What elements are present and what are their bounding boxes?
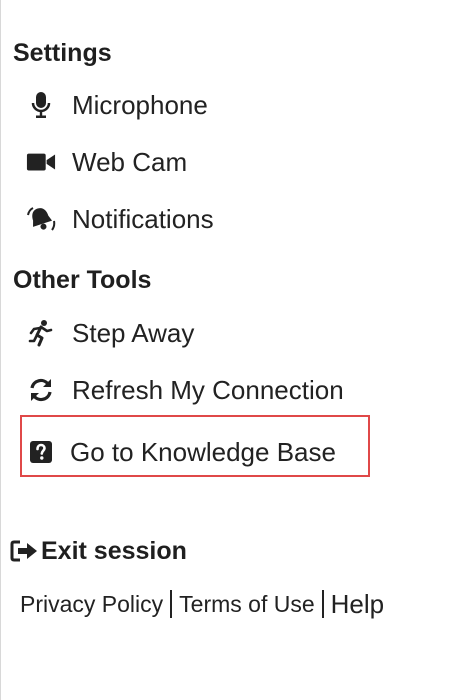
refresh-icon [26,375,56,405]
menu-item-step-away[interactable]: Step Away [26,313,194,353]
settings-heading: Settings [13,39,112,67]
menu-item-knowledge-base[interactable]: Go to Knowledge Base [26,432,336,472]
menu-item-label: Microphone [72,89,208,120]
menu-item-notifications[interactable]: Notifications [26,199,214,239]
help-link[interactable]: Help [331,589,384,620]
footer-separator [321,590,324,618]
menu-item-web-cam[interactable]: Web Cam [26,142,187,182]
menu-item-label: Step Away [72,317,195,348]
menu-item-label: Web Cam [72,146,188,177]
exit-session-label: Exit session [41,536,187,565]
other-tools-heading: Other Tools [13,266,152,294]
bell-icon [26,204,56,234]
menu-item-label: Notifications [72,203,214,234]
video-camera-icon [26,147,56,177]
question-square-icon [26,437,56,467]
left-divider [0,0,1,700]
menu-item-refresh-connection[interactable]: Refresh My Connection [26,370,344,410]
terms-of-use-link[interactable]: Terms of Use [179,591,314,618]
microphone-icon [26,90,56,120]
menu-item-label: Go to Knowledge Base [70,436,336,467]
exit-session-button[interactable]: Exit session [9,533,187,569]
privacy-policy-link[interactable]: Privacy Policy [20,591,163,618]
running-person-icon [26,318,56,348]
footer-separator [170,590,173,618]
menu-item-microphone[interactable]: Microphone [26,85,208,125]
footer-links: Privacy Policy Terms of Use Help [20,586,384,622]
menu-item-label: Refresh My Connection [72,374,344,405]
sign-out-icon [9,536,39,566]
